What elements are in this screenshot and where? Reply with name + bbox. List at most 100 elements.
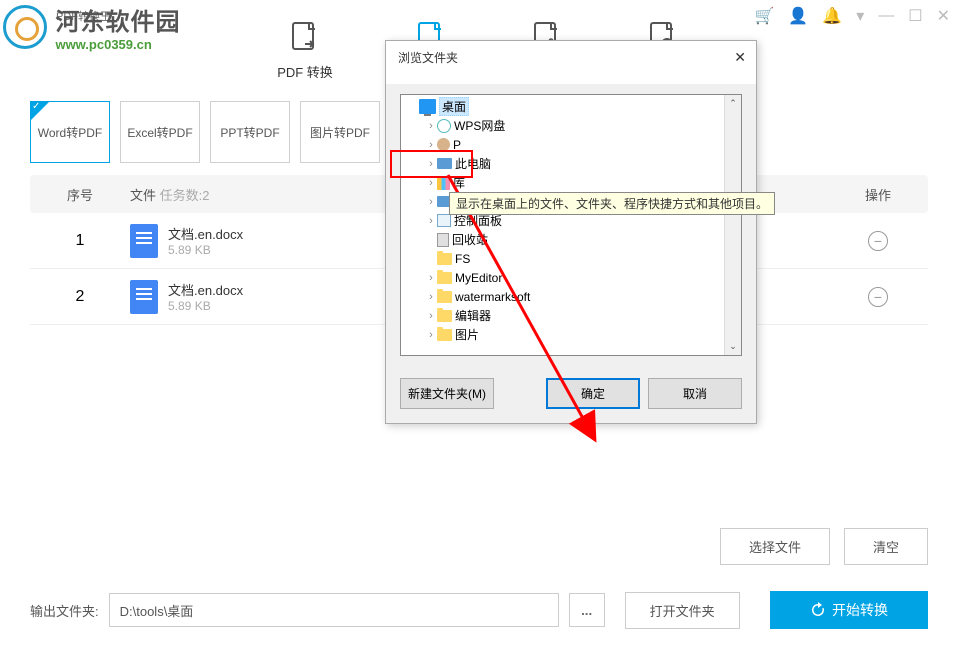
close-window-icon[interactable]: ✕ — [937, 6, 950, 26]
tab-ppt-to-pdf[interactable]: PPT转PDF — [210, 101, 290, 163]
tree-expander-icon[interactable]: › — [425, 215, 437, 227]
folder-tree: 桌面›WPS网盘›P›此电脑›库›网络›控制面板回收站FS›MyEditor›w… — [400, 94, 742, 356]
tab-word-to-pdf[interactable]: Word转PDF — [30, 101, 110, 163]
browse-folder-dialog: 浏览文件夹 ✕ 桌面›WPS网盘›P›此电脑›库›网络›控制面板回收站FS›My… — [385, 40, 757, 424]
tree-item-watermarksoft[interactable]: › watermarksoft — [401, 287, 741, 306]
header-seq: 序号 — [30, 185, 130, 204]
minimize-icon[interactable]: — — [878, 7, 894, 25]
folder-icon — [437, 291, 452, 303]
folder-icon — [437, 253, 452, 265]
tree-expander-icon[interactable]: › — [425, 158, 437, 170]
file-size: 5.89 KB — [168, 243, 243, 257]
tree-item-label: 库 — [453, 174, 465, 191]
window-controls: 🛒 👤 🔔 ▾ — ☐ ✕ — [754, 6, 950, 26]
dropdown-icon[interactable]: ▾ — [856, 6, 864, 26]
refresh-icon — [810, 602, 826, 618]
watermark-url: www.pc0359.cn — [55, 37, 180, 52]
tab-image-to-pdf[interactable]: 图片转PDF — [300, 101, 380, 163]
remove-button[interactable]: − — [868, 287, 888, 307]
output-path-field[interactable]: D:\tools\桌面 — [109, 593, 559, 627]
output-row: 输出文件夹: D:\tools\桌面 ... 打开文件夹 开始转换 — [30, 591, 928, 629]
maximize-icon[interactable]: ☐ — [908, 6, 922, 26]
folder-icon — [437, 329, 452, 341]
lib-icon — [437, 176, 450, 190]
docx-icon — [130, 224, 158, 258]
remove-button[interactable]: − — [868, 231, 888, 251]
tree-item-label: 回收站 — [452, 231, 488, 248]
recycle-icon — [437, 233, 449, 247]
tool-pdf-convert[interactable]: PDF 转换 — [277, 20, 333, 81]
ctrl-icon — [437, 214, 451, 227]
cancel-button[interactable]: 取消 — [648, 378, 742, 409]
bell-icon[interactable]: 🔔 — [822, 6, 842, 26]
file-size: 5.89 KB — [168, 299, 243, 313]
tree-item-label: 图片 — [455, 326, 479, 343]
watermark-title: 河东软件园 — [55, 2, 180, 37]
tree-item-库[interactable]: ›库 — [401, 173, 741, 192]
tree-item-label: watermarksoft — [455, 290, 530, 304]
tab-label: PPT转PDF — [220, 124, 279, 141]
tree-expander-icon[interactable]: › — [425, 291, 437, 303]
tree-item-桌面[interactable]: 桌面 — [401, 97, 741, 116]
tree-expander-icon[interactable]: › — [425, 139, 437, 151]
row-seq: 1 — [30, 232, 130, 250]
desktop-icon — [419, 99, 436, 114]
tree-item-p[interactable]: ›P — [401, 135, 741, 154]
tree-scrollbar[interactable]: ⌃ ⌄ — [724, 95, 741, 355]
tree-expander-icon[interactable]: › — [425, 329, 437, 341]
tree-expander-icon[interactable]: › — [425, 177, 437, 189]
tree-item-label: P — [453, 138, 461, 152]
folder-icon — [437, 310, 452, 322]
file-name: 文档.en.docx — [168, 224, 243, 243]
tree-expander-icon[interactable]: › — [425, 120, 437, 132]
docx-icon — [130, 280, 158, 314]
tree-expander-icon[interactable]: › — [425, 310, 437, 322]
tree-item-label: WPS网盘 — [454, 117, 505, 134]
tool-label: PDF 转换 — [277, 62, 333, 81]
row-seq: 2 — [30, 288, 130, 306]
tree-item-myeditor[interactable]: › MyEditor — [401, 268, 741, 287]
open-folder-button[interactable]: 打开文件夹 — [625, 592, 740, 629]
tree-expander-icon[interactable]: › — [425, 196, 437, 208]
tree-item-编辑器[interactable]: ›编辑器 — [401, 306, 741, 325]
user-icon — [437, 138, 450, 151]
desktop-tooltip: 显示在桌面上的文件、文件夹、程序快捷方式和其他项目。 — [449, 192, 775, 215]
tree-item-label: 此电脑 — [455, 155, 491, 172]
dialog-close-icon[interactable]: ✕ — [734, 49, 746, 66]
tree-item-图片[interactable]: › 图片 — [401, 325, 741, 344]
scroll-up-icon[interactable]: ⌃ — [725, 95, 741, 112]
dialog-buttons: 新建文件夹(M) 确定 取消 — [386, 366, 756, 423]
start-label: 开始转换 — [832, 600, 888, 620]
browse-button[interactable]: ... — [569, 593, 605, 627]
cart-icon[interactable]: 🛒 — [754, 6, 774, 26]
start-convert-button[interactable]: 开始转换 — [770, 591, 928, 629]
pc-icon — [437, 158, 452, 169]
tree-item-此电脑[interactable]: › 此电脑 — [401, 154, 741, 173]
tree-expander-icon[interactable]: › — [425, 272, 437, 284]
ok-button[interactable]: 确定 — [546, 378, 640, 409]
clear-button[interactable]: 清空 — [844, 528, 928, 565]
wps-icon — [437, 119, 451, 133]
tree-item-label: FS — [455, 252, 470, 266]
new-folder-button[interactable]: 新建文件夹(M) — [400, 378, 494, 409]
file-name: 文档.en.docx — [168, 280, 243, 299]
bottom-actions: 选择文件 清空 — [720, 528, 928, 565]
tab-label: 图片转PDF — [310, 124, 370, 141]
tree-item-label: MyEditor — [455, 271, 502, 285]
tree-item-回收站[interactable]: 回收站 — [401, 230, 741, 249]
tab-label: Word转PDF — [38, 124, 102, 141]
select-file-button[interactable]: 选择文件 — [720, 528, 830, 565]
output-label: 输出文件夹: — [30, 601, 99, 620]
user-icon[interactable]: 👤 — [788, 6, 808, 26]
tree-item-fs[interactable]: FS — [401, 249, 741, 268]
watermark-logo-block: 河东软件园 www.pc0359.cn — [3, 2, 180, 52]
header-op: 操作 — [828, 185, 928, 204]
scroll-down-icon[interactable]: ⌄ — [725, 338, 741, 355]
tree-item-wps网盘[interactable]: › WPS网盘 — [401, 116, 741, 135]
watermark-logo-icon — [3, 5, 47, 49]
dialog-title-text: 浏览文件夹 — [398, 49, 458, 66]
tab-excel-to-pdf[interactable]: Excel转PDF — [120, 101, 200, 163]
tab-label: Excel转PDF — [127, 124, 192, 141]
folder-icon — [437, 272, 452, 284]
doc-arrow-icon — [287, 20, 323, 56]
